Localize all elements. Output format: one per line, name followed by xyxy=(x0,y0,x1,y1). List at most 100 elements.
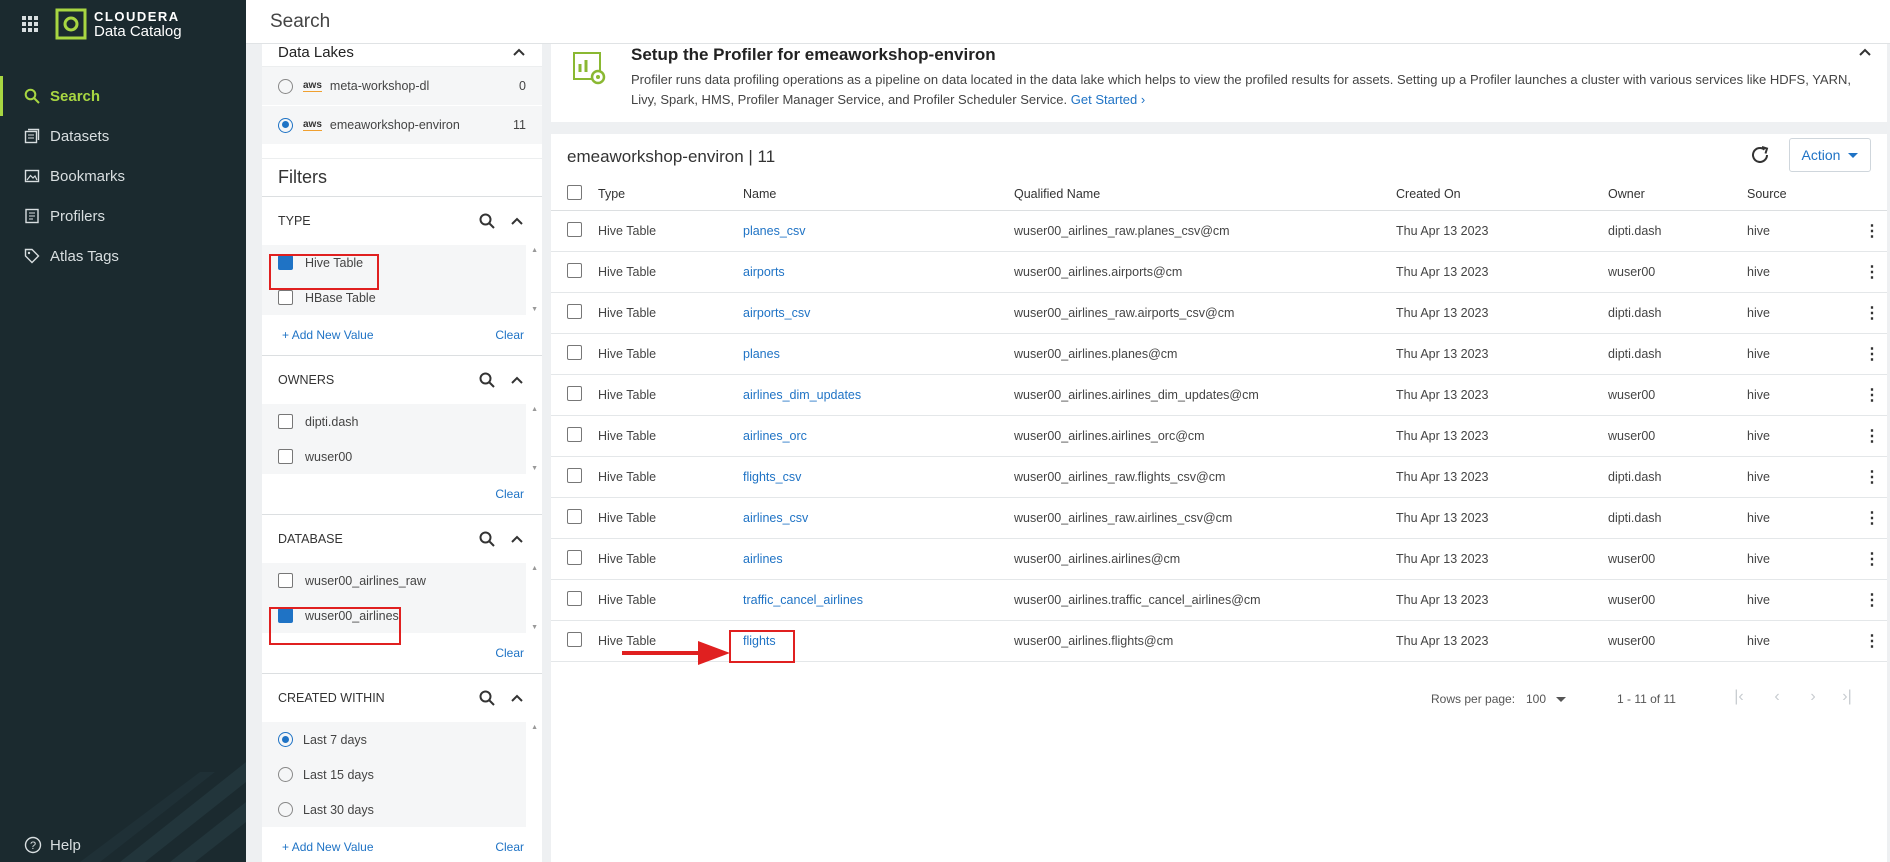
rows-per-page-select[interactable]: 100 xyxy=(1526,692,1567,706)
scroll-down-icon[interactable]: ▼ xyxy=(531,306,538,313)
collapse-banner-button[interactable] xyxy=(1857,44,1873,65)
filter-option[interactable]: Last 30 days xyxy=(262,792,526,827)
table-row[interactable]: Hive Table airlines wuser00_airlines.airli… xyxy=(551,538,1887,580)
search-icon[interactable] xyxy=(478,689,496,707)
data-lake-item[interactable]: aws emeaworkshop-environ 11 xyxy=(262,106,542,145)
radio-button[interactable] xyxy=(278,802,293,817)
row-checkbox[interactable] xyxy=(567,508,582,524)
data-lakes-header[interactable]: Data Lakes xyxy=(262,44,542,66)
table-row[interactable]: Hive Table planes wuser00_airlines.planes@… xyxy=(551,333,1887,375)
cell-name-link[interactable]: airlines xyxy=(743,552,783,566)
more-options-icon[interactable]: ⋮ xyxy=(1864,428,1880,445)
row-checkbox[interactable] xyxy=(567,467,582,483)
filter-option[interactable]: Last 15 days xyxy=(262,757,526,792)
row-checkbox[interactable] xyxy=(567,631,582,647)
previous-page-icon[interactable]: ‹ xyxy=(1767,688,1787,708)
add-new-value-link[interactable]: + Add New Value xyxy=(282,840,374,854)
cell-name-link[interactable]: traffic_cancel_airlines xyxy=(743,593,863,607)
clear-link[interactable]: Clear xyxy=(495,487,524,501)
scroll-up-icon[interactable]: ▲ xyxy=(531,565,538,572)
radio-button[interactable] xyxy=(278,732,293,747)
row-checkbox[interactable] xyxy=(567,303,582,319)
chevron-up-icon[interactable] xyxy=(508,530,526,548)
more-options-icon[interactable]: ⋮ xyxy=(1864,346,1880,363)
filter-option[interactable]: dipti.dash ▲ xyxy=(262,404,538,439)
help-link[interactable]: ? Help xyxy=(24,836,81,854)
cell-name-link[interactable]: airports_csv xyxy=(743,306,810,320)
get-started-link[interactable]: Get Started › xyxy=(1071,92,1145,107)
chevron-up-icon[interactable] xyxy=(512,45,526,59)
search-icon[interactable] xyxy=(478,212,496,230)
scroll-down-icon[interactable]: ▼ xyxy=(531,624,538,631)
chevron-up-icon[interactable] xyxy=(508,371,526,389)
row-checkbox[interactable] xyxy=(567,344,582,360)
column-header-name[interactable]: Name xyxy=(743,178,1014,211)
select-all-checkbox[interactable] xyxy=(567,184,582,200)
table-row[interactable]: Hive Table airlines_dim_updates wuser00_ai… xyxy=(551,374,1887,416)
cell-name-link[interactable]: planes_csv xyxy=(743,224,806,238)
more-options-icon[interactable]: ⋮ xyxy=(1864,551,1880,568)
more-options-icon[interactable]: ⋮ xyxy=(1864,592,1880,609)
checkbox[interactable] xyxy=(278,290,293,305)
search-icon[interactable] xyxy=(478,530,496,548)
chevron-up-icon[interactable] xyxy=(508,212,526,230)
scroll-down-icon[interactable]: ▼ xyxy=(531,465,538,472)
cell-name-link[interactable]: planes xyxy=(743,347,780,361)
nav-item-bookmarks[interactable]: Bookmarks xyxy=(0,156,246,196)
table-row[interactable]: Hive Table traffic_cancel_airlines wuser00… xyxy=(551,579,1887,621)
nav-item-search[interactable]: Search xyxy=(0,76,246,116)
row-checkbox[interactable] xyxy=(567,221,582,237)
more-options-icon[interactable]: ⋮ xyxy=(1864,633,1880,650)
table-row[interactable]: Hive Table flights_csv wuser00_airlines_ra… xyxy=(551,456,1887,498)
filter-option[interactable]: wuser00_airlines_raw ▲ xyxy=(262,563,538,598)
column-header-created-on[interactable]: Created On xyxy=(1396,178,1608,211)
last-page-icon[interactable]: ›| xyxy=(1837,688,1857,708)
cell-name-link[interactable]: airports xyxy=(743,265,785,279)
nav-item-profilers[interactable]: Profilers xyxy=(0,196,246,236)
row-checkbox[interactable] xyxy=(567,549,582,565)
cell-name-link[interactable]: flights_csv xyxy=(743,470,801,484)
next-page-icon[interactable]: › xyxy=(1803,688,1823,708)
nav-item-datasets[interactable]: Datasets xyxy=(0,116,246,156)
more-options-icon[interactable]: ⋮ xyxy=(1864,387,1880,404)
checkbox[interactable] xyxy=(278,449,293,464)
table-row[interactable]: Hive Table airlines_csv wuser00_airlines_r… xyxy=(551,497,1887,539)
column-header-qualified-name[interactable]: Qualified Name xyxy=(1014,178,1396,211)
clear-link[interactable]: Clear xyxy=(495,646,524,660)
more-options-icon[interactable]: ⋮ xyxy=(1864,264,1880,281)
table-row[interactable]: Hive Table airlines_orc wuser00_airlines.a… xyxy=(551,415,1887,457)
column-header-owner[interactable]: Owner xyxy=(1608,178,1747,211)
column-header-type[interactable]: Type xyxy=(598,178,743,211)
row-checkbox[interactable] xyxy=(567,590,582,606)
more-options-icon[interactable]: ⋮ xyxy=(1864,305,1880,322)
nav-item-atlas-tags[interactable]: Atlas Tags xyxy=(0,236,246,276)
action-button[interactable]: Action xyxy=(1789,138,1871,172)
table-row[interactable]: Hive Table planes_csv wuser00_airlines_raw… xyxy=(551,210,1887,252)
radio-button[interactable] xyxy=(278,767,293,782)
app-launcher-icon[interactable] xyxy=(22,16,38,32)
table-row[interactable]: Hive Table airports_csv wuser00_airlines_r… xyxy=(551,292,1887,334)
clear-link[interactable]: Clear xyxy=(495,840,524,854)
scroll-up-icon[interactable]: ▲ xyxy=(531,247,538,254)
column-header-source[interactable]: Source xyxy=(1747,178,1857,211)
scroll-up-icon[interactable]: ▲ xyxy=(531,724,538,731)
more-options-icon[interactable]: ⋮ xyxy=(1864,469,1880,486)
add-new-value-link[interactable]: + Add New Value xyxy=(282,328,374,342)
row-checkbox[interactable] xyxy=(567,426,582,442)
cell-name-link[interactable]: airlines_dim_updates xyxy=(743,388,861,402)
cell-name-link[interactable]: airlines_csv xyxy=(743,511,808,525)
checkbox[interactable] xyxy=(278,573,293,588)
table-row[interactable]: Hive Table airports wuser00_airlines.airpo… xyxy=(551,251,1887,293)
row-checkbox[interactable] xyxy=(567,262,582,278)
data-lake-radio[interactable] xyxy=(278,117,293,133)
filter-option[interactable]: wuser00 ▼ xyxy=(262,439,538,474)
refresh-icon[interactable] xyxy=(1749,144,1771,166)
scroll-up-icon[interactable]: ▲ xyxy=(531,406,538,413)
data-lake-radio[interactable] xyxy=(278,78,293,94)
data-lake-item[interactable]: aws meta-workshop-dl 0 xyxy=(262,67,542,106)
row-checkbox[interactable] xyxy=(567,385,582,401)
chevron-up-icon[interactable] xyxy=(508,689,526,707)
more-options-icon[interactable]: ⋮ xyxy=(1864,223,1880,240)
cell-name-link[interactable]: airlines_orc xyxy=(743,429,807,443)
search-icon[interactable] xyxy=(478,371,496,389)
